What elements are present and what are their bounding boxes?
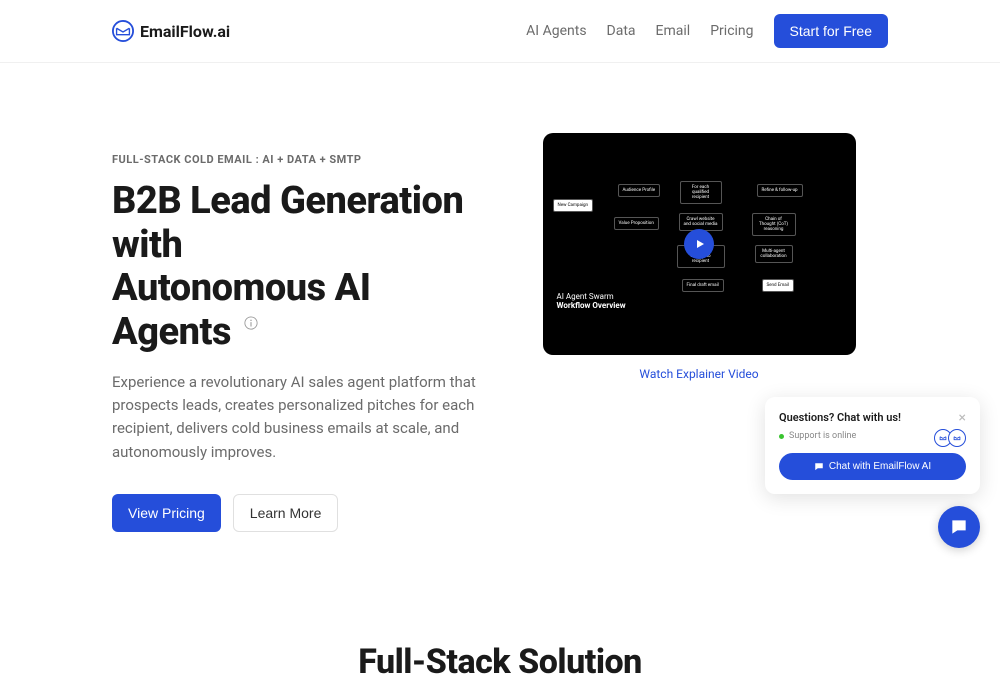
learn-more-button[interactable]: Learn More — [233, 494, 339, 532]
nav-pricing[interactable]: Pricing — [710, 23, 753, 39]
play-button[interactable] — [684, 229, 714, 259]
nav-email[interactable]: Email — [656, 23, 691, 39]
node-send: Send Email — [762, 279, 794, 292]
title-line-1: B2B Lead Generation with — [112, 179, 463, 267]
node-value-prop: Value Proposition — [614, 217, 659, 230]
video-title: Workflow Overview — [557, 301, 626, 310]
section-title: Full-Stack Solution — [0, 592, 1000, 682]
close-icon[interactable]: × — [959, 411, 966, 425]
status-dot-icon — [779, 434, 784, 439]
node-new-campaign: New Campaign — [553, 199, 594, 212]
node-multi: Multi-agent collaboration — [755, 245, 793, 263]
node-refine: Refine & follow-up — [757, 184, 803, 197]
video-subtitle: AI Agent Swarm — [557, 292, 626, 301]
chat-widget: Questions? Chat with us! × Support is on… — [765, 397, 980, 494]
status-text: Support is online — [789, 431, 856, 441]
info-icon[interactable] — [244, 316, 258, 330]
node-audience: Audience Profile — [618, 184, 661, 197]
description: Experience a revolutionary AI sales agen… — [112, 371, 490, 464]
hero-section: FULL-STACK COLD EMAIL : AI + DATA + SMTP… — [0, 63, 1000, 592]
chat-button-label: Chat with EmailFlow AI — [829, 461, 931, 472]
node-cot: Chain of Thought (CoT) reasoning — [752, 213, 796, 236]
chat-header: Questions? Chat with us! × — [779, 411, 966, 425]
start-free-button[interactable]: Start for Free — [774, 14, 888, 48]
nav-data[interactable]: Data — [607, 23, 636, 39]
nav-ai-agents[interactable]: AI Agents — [526, 23, 586, 39]
eyebrow: FULL-STACK COLD EMAIL : AI + DATA + SMTP — [112, 153, 490, 166]
chat-fab[interactable] — [938, 506, 980, 548]
video-caption: AI Agent Swarm Workflow Overview — [557, 292, 626, 310]
video-thumbnail[interactable]: New Campaign Audience Profile Value Prop… — [543, 133, 856, 355]
page-title: B2B Lead Generation with Autonomous AI A… — [112, 180, 490, 355]
watch-video-link[interactable]: Watch Explainer Video — [639, 367, 758, 381]
node-qualified: For each qualified recipient — [680, 181, 722, 204]
chat-button[interactable]: Chat with EmailFlow AI — [779, 453, 966, 480]
hero-content: FULL-STACK COLD EMAIL : AI + DATA + SMTP… — [112, 153, 490, 532]
logo-icon — [112, 20, 134, 42]
nav: AI Agents Data Email Pricing Start for F… — [526, 14, 888, 48]
chat-icon — [949, 517, 969, 537]
hero-buttons: View Pricing Learn More — [112, 494, 490, 532]
title-line-2: Autonomous AI Agents — [112, 266, 371, 354]
logo-text: EmailFlow.ai — [140, 22, 230, 41]
chat-bubble-icon — [814, 462, 824, 472]
chat-avatars — [938, 429, 966, 447]
header: EmailFlow.ai AI Agents Data Email Pricin… — [0, 0, 1000, 63]
view-pricing-button[interactable]: View Pricing — [112, 494, 221, 532]
chat-title: Questions? Chat with us! — [779, 411, 901, 424]
logo[interactable]: EmailFlow.ai — [112, 20, 230, 42]
avatar-icon — [948, 429, 966, 447]
node-final: Final draft email — [682, 279, 724, 292]
